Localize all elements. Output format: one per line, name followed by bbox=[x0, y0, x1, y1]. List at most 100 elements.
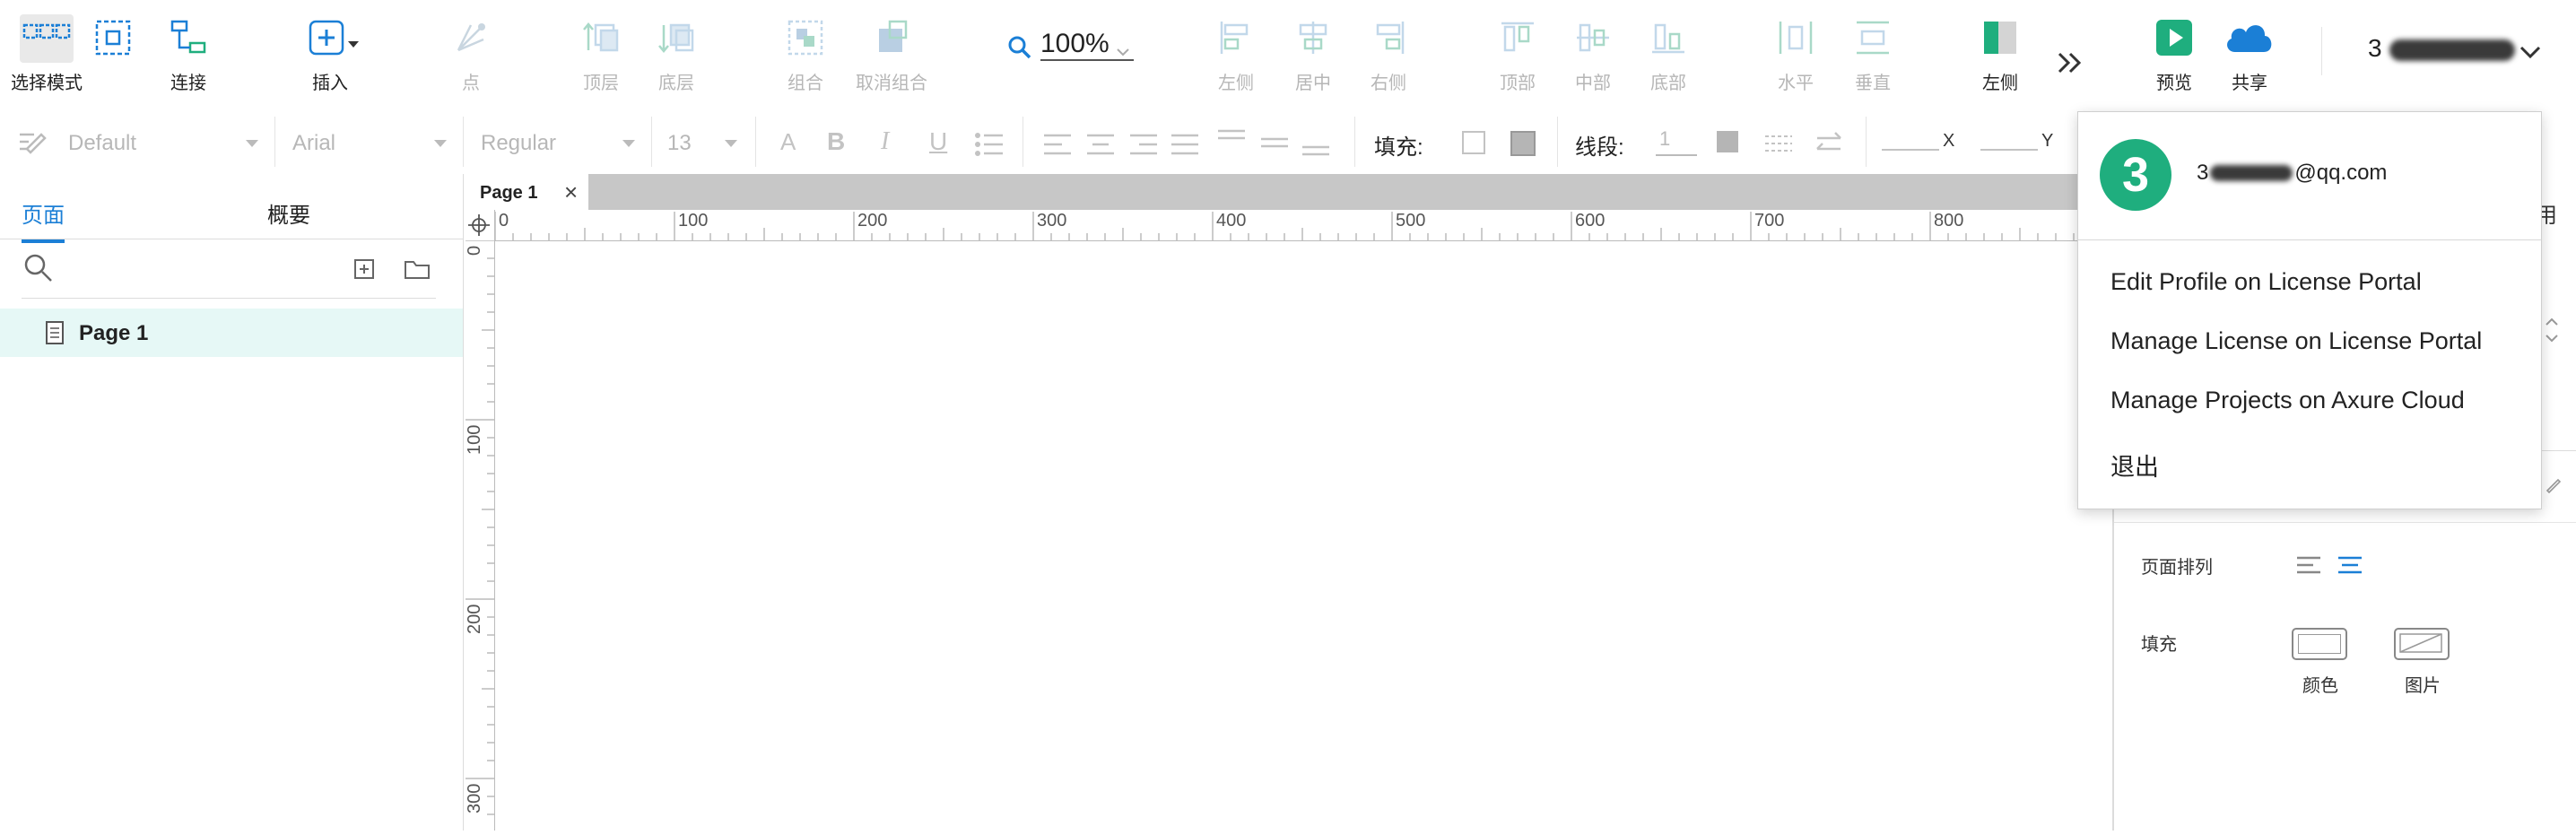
group-button[interactable]: 组合 bbox=[761, 9, 850, 99]
style-edit-icon[interactable] bbox=[18, 129, 48, 156]
distribute-horizontal-button[interactable]: 水平 bbox=[1751, 9, 1841, 99]
close-icon[interactable]: × bbox=[564, 178, 578, 206]
align-left-button[interactable]: 左侧 bbox=[1191, 9, 1281, 99]
fill-image-label: 图片 bbox=[2405, 676, 2441, 696]
page-align-left-icon[interactable] bbox=[2295, 554, 2322, 576]
valign-bottom-icon[interactable] bbox=[1301, 127, 1331, 158]
ruler-label-x: 400 bbox=[1216, 211, 1246, 230]
manage-license-menu-item[interactable]: Manage License on License Portal bbox=[2110, 327, 2482, 355]
share-button[interactable]: 共享 bbox=[2205, 9, 2294, 99]
more-tools-button[interactable] bbox=[2025, 9, 2115, 99]
ruler-label-x: 100 bbox=[678, 211, 708, 230]
tab-outline[interactable]: 概要 bbox=[267, 197, 310, 229]
ruler-label-y: 200 bbox=[465, 605, 484, 634]
edit-icon[interactable] bbox=[2545, 475, 2563, 493]
chevron-updown-icon[interactable] bbox=[2543, 312, 2561, 348]
user-menu-button[interactable]: 3 bbox=[2357, 27, 2554, 63]
align-bottom-button[interactable]: 底部 bbox=[1623, 9, 1713, 99]
insert-button[interactable]: 插入 bbox=[285, 9, 375, 99]
align-right-button[interactable]: 右侧 bbox=[1344, 9, 1433, 99]
main-toolbar: 选择模式 连接 插入 点 顶层 底层 组合 取消组合 100% 左侧 居中 右侧… bbox=[0, 0, 2576, 110]
connect-label: 连接 bbox=[170, 74, 206, 93]
distribute-vertical-button[interactable]: 垂直 bbox=[1828, 9, 1918, 99]
bold-icon[interactable]: B bbox=[827, 129, 845, 154]
zoom-control[interactable]: 100% bbox=[1003, 27, 1137, 68]
send-to-back-button[interactable]: 底层 bbox=[631, 9, 721, 99]
connect-button[interactable]: 连接 bbox=[144, 9, 233, 99]
fill-image-button[interactable] bbox=[2394, 628, 2450, 660]
style-value: Default bbox=[68, 131, 137, 155]
underline-icon[interactable]: U bbox=[929, 129, 947, 154]
ruler-label-y: 100 bbox=[465, 425, 484, 455]
style-select[interactable]: Default bbox=[56, 122, 271, 161]
ruler-origin[interactable] bbox=[464, 210, 495, 241]
add-folder-icon[interactable] bbox=[404, 258, 431, 280]
stroke-width-input[interactable]: 1 bbox=[1656, 127, 1697, 156]
page-align-center-icon[interactable] bbox=[2337, 554, 2363, 576]
y-input[interactable] bbox=[1980, 149, 2038, 151]
arrow-style-icon[interactable] bbox=[1814, 131, 1844, 156]
point-button[interactable]: 点 bbox=[426, 9, 516, 99]
align-center-icon bbox=[1299, 22, 1327, 54]
distribute-vertical-label: 垂直 bbox=[1855, 74, 1891, 93]
add-page-icon[interactable] bbox=[353, 258, 375, 280]
design-canvas[interactable] bbox=[495, 241, 2111, 831]
play-icon bbox=[2156, 20, 2192, 56]
font-size-select[interactable]: 13 bbox=[655, 122, 750, 161]
ruler-label-x: 300 bbox=[1037, 211, 1066, 230]
search-icon[interactable] bbox=[23, 253, 54, 283]
redacted-email bbox=[2210, 165, 2293, 181]
text-align-center-icon[interactable] bbox=[1085, 133, 1116, 156]
align-top-icon bbox=[1501, 22, 1534, 52]
fill-color-swatch[interactable] bbox=[1510, 131, 1536, 156]
divider bbox=[1354, 117, 1355, 167]
ruler-label-y: 300 bbox=[465, 784, 484, 813]
divider bbox=[651, 117, 652, 167]
user-dropdown-menu: 3 3 @qq.com Edit Profile on License Porta… bbox=[2077, 111, 2542, 509]
text-align-left-icon[interactable] bbox=[1042, 133, 1073, 156]
fill-none-swatch[interactable] bbox=[1462, 131, 1485, 154]
x-input[interactable] bbox=[1882, 149, 1939, 151]
dropdown-divider bbox=[2078, 239, 2541, 240]
edit-profile-menu-item[interactable]: Edit Profile on License Portal bbox=[2110, 268, 2422, 296]
redacted-username bbox=[2389, 39, 2515, 61]
send-to-back-label: 底层 bbox=[658, 74, 694, 93]
select-mode-icon bbox=[22, 23, 71, 39]
toolbar-divider bbox=[2321, 27, 2322, 75]
search-input[interactable] bbox=[22, 298, 436, 299]
font-select[interactable]: Arial bbox=[280, 122, 459, 161]
caret-down-icon bbox=[246, 140, 258, 147]
bullet-list-icon[interactable] bbox=[974, 131, 1005, 158]
user-name-prefix: 3 bbox=[2368, 34, 2382, 62]
text-align-right-icon[interactable] bbox=[1128, 133, 1159, 156]
tab-pages[interactable]: 页面 bbox=[22, 197, 65, 243]
manage-projects-menu-item[interactable]: Manage Projects on Axure Cloud bbox=[2110, 387, 2465, 414]
logout-menu-item[interactable]: 退出 bbox=[2110, 448, 2159, 483]
chevron-down-icon bbox=[1117, 48, 1129, 57]
ungroup-button[interactable]: 取消组合 bbox=[847, 9, 936, 99]
italic-icon[interactable]: I bbox=[881, 129, 889, 154]
point-label: 点 bbox=[462, 74, 480, 93]
insert-label: 插入 bbox=[312, 74, 348, 93]
align-left-label: 左侧 bbox=[1218, 74, 1254, 93]
font-weight-value: Regular bbox=[481, 131, 557, 155]
stroke-color-swatch[interactable] bbox=[1717, 131, 1738, 152]
fill-color-button[interactable] bbox=[2292, 628, 2347, 660]
tab-page-1[interactable]: Page 1 × bbox=[464, 174, 588, 210]
text-justify-icon[interactable] bbox=[1170, 133, 1200, 156]
page-item[interactable]: Page 1 bbox=[0, 309, 463, 357]
stroke-pattern-icon[interactable] bbox=[1763, 133, 1794, 154]
distribute-horizontal-label: 水平 bbox=[1778, 74, 1814, 93]
fill-section-label: 填充 bbox=[2141, 635, 2177, 655]
font-weight-select[interactable]: Regular bbox=[468, 122, 648, 161]
double-chevron-right-icon bbox=[2058, 52, 2082, 74]
caret-down-icon bbox=[725, 140, 737, 147]
ruler-label-x: 600 bbox=[1575, 211, 1605, 230]
font-color-icon[interactable]: A bbox=[780, 129, 796, 154]
group-icon bbox=[788, 20, 823, 56]
ungroup-icon bbox=[879, 20, 908, 52]
ruler-label-x: 500 bbox=[1396, 211, 1425, 230]
valign-middle-icon[interactable] bbox=[1259, 127, 1290, 158]
group-label: 组合 bbox=[788, 74, 823, 93]
valign-top-icon[interactable] bbox=[1216, 127, 1247, 158]
